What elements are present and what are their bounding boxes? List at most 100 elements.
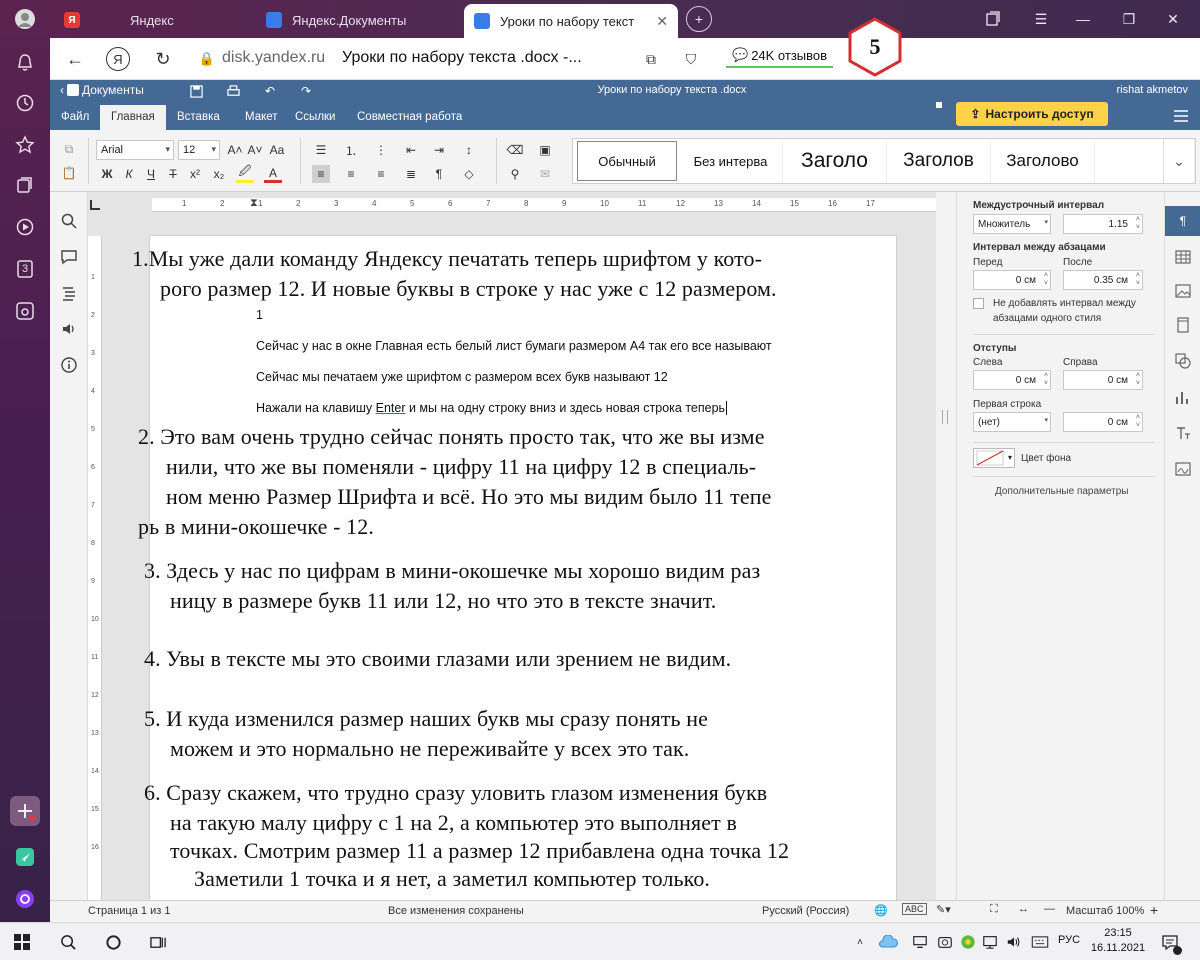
collections-icon[interactable] [10,170,40,200]
close-tab-icon[interactable]: ✕ [656,13,668,30]
share-access-button[interactable]: ⇪ Настроить доступ [956,102,1108,126]
camera-icon[interactable] [935,932,955,952]
restore-window-icon[interactable]: ❐ [1116,6,1142,32]
tab-collections-icon[interactable] [980,6,1006,32]
paragraph-marks-icon[interactable]: ¶ [430,165,448,183]
back-button[interactable]: ← [62,46,88,72]
fit-width-icon[interactable]: ↔ [1018,903,1029,915]
style-heading-2[interactable]: Заголов [887,139,991,183]
table-settings-icon[interactable] [1174,248,1192,266]
vertical-ruler[interactable]: 1 2 3 4 5 6 7 8 9 10 11 12 13 14 15 16 [88,236,102,900]
globe-icon[interactable]: 🌐 [874,904,888,917]
profile-avatar[interactable] [10,4,40,34]
italic-button[interactable]: К [120,165,138,183]
tab-active-document[interactable]: Уроки по набору текст ✕ [464,4,678,38]
styles-expand-chevron-icon[interactable]: ⌄ [1163,139,1195,183]
style-heading-1[interactable]: Заголо [783,139,887,183]
search-icon[interactable] [60,212,78,230]
keyboard-icon[interactable] [1030,932,1050,952]
header-footer-icon[interactable] [1174,316,1192,334]
tab-insert[interactable]: Вставка [166,107,231,130]
fit-page-icon[interactable]: ⛶ [990,903,998,916]
screenshot-icon[interactable] [10,296,40,326]
font-size-select[interactable]: 12 ▾ [178,140,220,160]
alice-assistant-icon[interactable] [10,884,40,914]
notifications-icon[interactable] [10,48,40,78]
tab-collaboration[interactable]: Совместная работа [346,107,473,130]
track-changes-icon[interactable]: ✎▾ [936,903,951,916]
numbered-list-icon[interactable]: ⒈ [342,141,360,159]
highlight-icon[interactable]: 🖉 [236,164,254,183]
paragraph-settings-icon[interactable]: ¶ [1165,206,1200,236]
underline-button[interactable]: Ч [142,165,160,183]
vertical-scrollbar[interactable] [936,192,956,900]
multilevel-list-icon[interactable]: ⋮ [372,141,390,159]
paste-icon[interactable]: 📋 [60,164,78,182]
no-spacing-checkbox[interactable] [973,298,984,309]
line-spacing-icon[interactable]: ↕ [460,141,478,159]
image-settings-icon[interactable] [1174,282,1192,300]
zoom-level[interactable]: Масштаб 100% [1066,905,1144,917]
color-scheme-icon[interactable]: ▣ [536,141,554,159]
advanced-settings-link[interactable]: Дополнительные параметры [995,486,1128,497]
browser-menu-icon[interactable]: ☰ [1028,6,1054,32]
messenger-app-icon[interactable] [10,842,40,872]
page-counter[interactable]: Страница 1 из 1 [88,905,170,917]
input-language[interactable]: РУС [1058,934,1080,946]
protect-icon[interactable]: ⛉ [678,46,704,72]
comments-icon[interactable] [60,248,78,266]
first-line-input[interactable]: 0 см ˄ ˅ [1063,412,1143,432]
bullet-list-icon[interactable]: ☰ [312,141,330,159]
clear-format-icon[interactable]: ⌫ [506,141,524,159]
tab-home[interactable]: Главная [100,105,166,130]
scroll-thumb[interactable] [942,410,948,424]
align-left-icon[interactable]: ≡ [312,165,330,183]
user-name[interactable]: rishat akmetov [1116,84,1188,96]
bookmarks-star-icon[interactable] [10,130,40,160]
signature-icon[interactable] [1174,460,1192,478]
style-no-spacing[interactable]: Без интерва [679,139,783,183]
mail-merge-icon[interactable]: ✉ [536,165,554,183]
spellcheck-icon[interactable]: ABC [902,903,927,915]
decrease-indent-icon[interactable]: ⇤ [402,141,420,159]
indent-right-input[interactable]: 0 см ˄ ˅ [1063,370,1143,390]
font-color-button[interactable]: A [264,165,282,183]
shading-icon[interactable]: ◇ [460,165,478,183]
zoom-out-button[interactable]: — [1044,903,1055,915]
new-tab-button[interactable]: + [686,6,712,32]
info-icon[interactable] [60,356,78,374]
url-domain[interactable]: disk.yandex.ru [222,49,325,67]
align-center-icon[interactable]: ≡ [342,165,360,183]
background-color-picker[interactable]: ▾ [973,448,1015,468]
line-spacing-mode-select[interactable]: Множитель ▾ [973,214,1051,234]
shape-settings-icon[interactable] [1174,352,1192,370]
more-menu-icon[interactable] [1174,110,1188,122]
format-painter-icon[interactable]: ⚲ [506,165,524,183]
show-hidden-icons[interactable]: ˄ [850,932,870,952]
play-icon[interactable] [10,212,40,242]
navigation-icon[interactable] [60,284,78,302]
decrease-font-icon[interactable]: A˅ [246,141,264,159]
network-icon[interactable] [910,932,930,952]
text-art-icon[interactable] [1174,424,1192,442]
justify-icon[interactable]: ≣ [402,165,420,183]
superscript-icon[interactable]: x² [186,165,204,183]
indent-marker-icon[interactable]: ⧗ [250,197,258,210]
weather-cloud-icon[interactable] [878,932,898,952]
horizontal-ruler[interactable]: 1 2 1 2 3 4 5 6 7 8 9 10 11 12 13 14 15 16 17 ⧗ [152,197,956,212]
windows-start-icon[interactable] [12,932,32,952]
close-window-icon[interactable]: ✕ [1160,6,1186,32]
reload-button[interactable]: ↻ [150,46,176,72]
copy-link-icon[interactable]: ⧉ [638,46,664,72]
volume-icon[interactable] [1004,932,1024,952]
bold-button[interactable]: Ж [98,165,116,183]
url-page-title[interactable]: Уроки по набору текста .docx -... [342,49,582,67]
document-page[interactable]: 1.Мы уже дали команду Яндексу печатать т… [132,236,896,900]
clock[interactable]: 23:15 16.11.2021 [1088,926,1148,956]
increase-indent-icon[interactable]: ⇥ [430,141,448,159]
lock-icon[interactable]: 🔒 [194,46,220,72]
yandex-home-button[interactable]: Я [106,47,130,71]
action-center-icon[interactable] [1160,932,1182,955]
task-view-icon[interactable] [148,932,168,952]
counter-icon[interactable]: 3 [10,254,40,284]
